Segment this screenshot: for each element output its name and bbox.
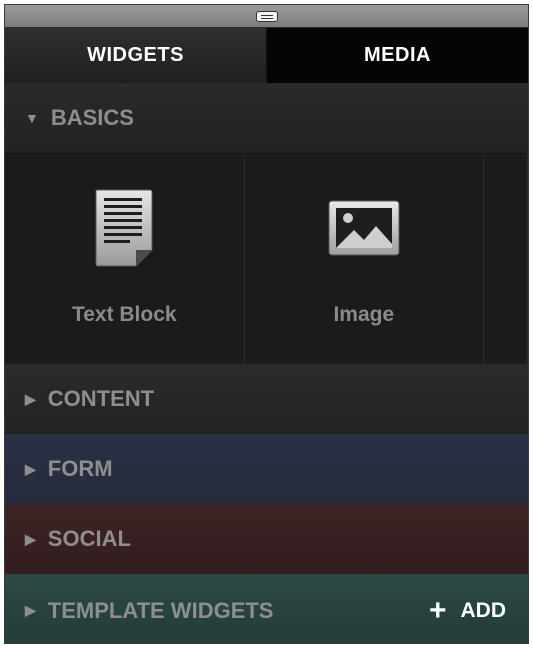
section-template-widgets-label: TEMPLATE WIDGETS [47, 597, 274, 623]
collapsed-arrow-icon: ▶ [25, 390, 36, 407]
tab-media[interactable]: MEDIA [267, 28, 528, 83]
widget-image[interactable]: Image [245, 154, 485, 364]
section-content-label: CONTENT [47, 386, 155, 411]
section-content-header[interactable]: ▶ CONTENT [5, 364, 528, 434]
add-template-widget-button[interactable]: + ADD [428, 593, 507, 627]
section-basics-label: BASICS [50, 105, 134, 130]
section-basics-header[interactable]: ▼ BASICS [5, 83, 528, 153]
document-icon [92, 188, 156, 268]
section-form-label: FORM [47, 456, 113, 481]
add-button-label: ADD [460, 598, 507, 622]
tab-bar: WIDGETS MEDIA [5, 28, 528, 83]
section-form-header[interactable]: ▶ FORM [5, 434, 528, 504]
collapsed-arrow-icon: ▶ [25, 530, 36, 547]
widget-text-block[interactable]: Text Block [5, 154, 245, 364]
tab-widgets[interactable]: WIDGETS [5, 28, 267, 83]
section-social-label: SOCIAL [47, 526, 131, 551]
widget-text-block-label: Text Block [71, 303, 177, 326]
panel-drag-bar[interactable] [5, 5, 528, 28]
plus-icon: + [428, 593, 447, 627]
expanded-arrow-icon: ▼ [25, 110, 39, 126]
widget-grid-empty-cell [484, 154, 528, 364]
collapsed-arrow-icon: ▶ [25, 460, 36, 477]
drag-handle-icon[interactable] [255, 11, 278, 22]
image-icon [328, 188, 400, 268]
basics-widget-grid: Text Block Image [5, 153, 528, 364]
widget-panel: WIDGETS MEDIA ▼ BASICS Text Block Image … [4, 4, 529, 644]
section-template-widgets-header[interactable]: ▶ TEMPLATE WIDGETS + ADD [5, 574, 528, 643]
section-social-header[interactable]: ▶ SOCIAL [5, 504, 528, 574]
widget-image-label: Image [333, 303, 395, 326]
collapsed-arrow-icon: ▶ [25, 602, 36, 618]
